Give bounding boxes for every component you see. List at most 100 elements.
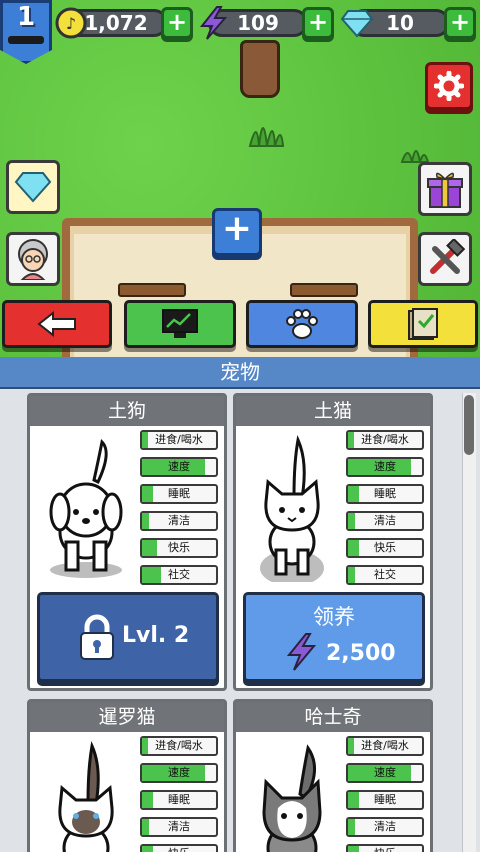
scrollbar-thumb[interactable] [464, 395, 474, 455]
stat-label: 睡眠 [374, 487, 396, 500]
stat-label: 快乐 [348, 846, 422, 852]
buy-gems-button[interactable]: + [444, 7, 476, 39]
coins-value: 1,072 [84, 11, 148, 35]
settings-button[interactable] [425, 62, 473, 110]
stat-bar: 睡眠 [346, 790, 424, 810]
energy-value: 109 [237, 11, 279, 35]
dog-icon [49, 438, 123, 578]
stat-label: 睡眠 [374, 793, 396, 806]
stat-label: 速度 [168, 766, 190, 779]
pet-name: 土猫 [236, 396, 430, 426]
xp-bar [8, 36, 44, 44]
stat-bar: 社交 [346, 565, 424, 585]
stat-label: 进食/喝水 [361, 433, 409, 446]
grass-icon [400, 150, 430, 163]
pet-name: 哈士奇 [236, 702, 430, 732]
buy-coins-button[interactable]: + [161, 7, 193, 39]
gems-value: 10 [386, 11, 414, 35]
stat-bar: 清洁 [140, 511, 218, 531]
coin-icon: ♪ [54, 6, 88, 40]
stat-bar: 睡眠 [140, 484, 218, 504]
lightning-icon [286, 633, 317, 671]
stat-bar: 快乐 [346, 844, 424, 852]
lightning-icon [196, 6, 230, 40]
table [118, 283, 186, 297]
stat-label: 清洁 [374, 820, 396, 833]
stat-label: 速度 [374, 766, 396, 779]
stat-label: 进食/喝水 [155, 433, 203, 446]
grass-icon [248, 127, 285, 147]
siamese-cat-icon [58, 741, 114, 852]
paw-icon [286, 309, 318, 339]
stat-label: 社交 [374, 568, 396, 581]
stat-label: 速度 [168, 460, 190, 473]
gem-offer-button[interactable] [6, 160, 60, 214]
stat-bar: 清洁 [346, 817, 424, 837]
stat-bar: 快乐 [140, 844, 218, 852]
stat-bar: 进食/喝水 [346, 736, 424, 756]
scrollbar[interactable] [462, 393, 476, 852]
gift-icon [427, 172, 463, 208]
panel-title: 宠物 [0, 357, 480, 389]
stat-label: 清洁 [168, 820, 190, 833]
stat-bar: 进食/喝水 [140, 430, 218, 450]
add-furniture-button[interactable]: + [212, 208, 262, 256]
stat-label: 睡眠 [168, 487, 190, 500]
adopt-label: 领养 [313, 605, 355, 629]
gear-icon [434, 71, 464, 101]
stat-bar: 进食/喝水 [346, 430, 424, 450]
pet-card[interactable]: 土狗 进食/喝水速度睡眠清洁快乐社交 Lvl. 2 [27, 393, 227, 691]
stat-bar: 速度 [140, 457, 218, 477]
tree-trunk [240, 40, 280, 98]
buy-energy-button[interactable]: + [302, 7, 334, 39]
stat-label: 快乐 [374, 541, 396, 554]
stat-label: 速度 [374, 460, 396, 473]
pet-card[interactable]: 土猫 进食/喝水速度睡眠清洁快乐社交 领养 2,500 [233, 393, 433, 691]
stat-label: 快乐 [142, 846, 216, 852]
checklist-icon [408, 308, 438, 340]
pets-button[interactable] [246, 300, 358, 348]
stat-label: 进食/喝水 [361, 739, 409, 752]
stat-label: 社交 [168, 568, 190, 581]
stat-bar: 进食/喝水 [140, 736, 218, 756]
level-number: 1 [16, 2, 36, 32]
stat-bar: 清洁 [140, 817, 218, 837]
hammer-wrench-icon [430, 239, 465, 274]
pet-card[interactable]: 哈士奇 进食/喝水速度睡眠清洁快乐 [233, 699, 433, 852]
stat-bar: 社交 [140, 565, 218, 585]
stat-bar: 速度 [140, 763, 218, 783]
adopt-price: 2,500 [326, 641, 396, 666]
husky-icon [262, 744, 322, 852]
pet-name: 暹罗猫 [30, 702, 224, 732]
table [290, 283, 358, 297]
monitor-chart-icon [162, 309, 198, 338]
diamond-icon [340, 6, 374, 40]
stat-label: 清洁 [374, 514, 396, 527]
stat-bar: 速度 [346, 763, 424, 783]
gift-button[interactable] [418, 162, 472, 216]
unlock-level: Lvl. 2 [122, 623, 190, 648]
stat-label: 睡眠 [168, 793, 190, 806]
locked-button[interactable]: Lvl. 2 [37, 592, 219, 682]
lock-icon [80, 614, 114, 660]
stat-bar: 快乐 [140, 538, 218, 558]
pet-name: 土狗 [30, 396, 224, 426]
pet-card[interactable]: 暹罗猫 进食/喝水速度睡眠清洁快乐 [27, 699, 227, 852]
stat-bar: 清洁 [346, 511, 424, 531]
cat-icon [260, 435, 324, 582]
stat-label: 快乐 [168, 541, 190, 554]
stat-label: 进食/喝水 [155, 739, 203, 752]
adopt-button[interactable]: 领养 2,500 [243, 592, 425, 682]
stat-label: 清洁 [168, 514, 190, 527]
arrow-left-icon [37, 311, 76, 337]
back-button[interactable] [2, 300, 112, 348]
build-button[interactable] [418, 232, 472, 286]
stat-bar: 睡眠 [346, 484, 424, 504]
grandma-avatar-icon [18, 239, 48, 280]
stat-bar: 快乐 [346, 538, 424, 558]
grandma-button[interactable] [6, 232, 60, 286]
tasks-button[interactable] [368, 300, 478, 348]
stat-bar: 睡眠 [140, 790, 218, 810]
stats-button[interactable] [124, 300, 236, 348]
svg-text:♪: ♪ [66, 14, 76, 33]
